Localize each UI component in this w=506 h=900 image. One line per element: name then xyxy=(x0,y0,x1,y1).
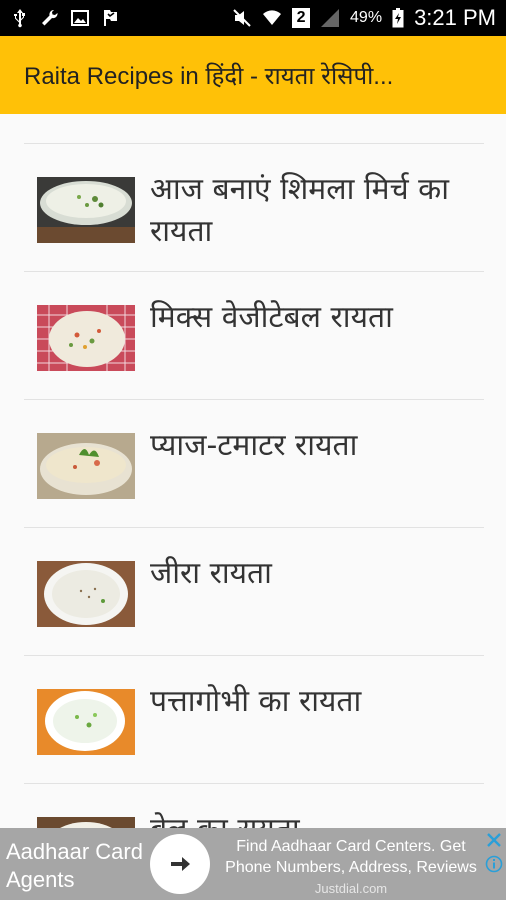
recipe-list[interactable]: आज बनाएं शिमला मिर्च का रायता मिक्स वेजी… xyxy=(24,143,484,829)
signal-icon xyxy=(320,8,340,28)
sim-slot-number: 2 xyxy=(296,9,306,26)
ad-banner[interactable]: Aadhaar Card Agents Find Aadhaar Card Ce… xyxy=(0,828,506,900)
list-item[interactable]: पत्तागोभी का रायता xyxy=(24,656,484,784)
app-bar: Raita Recipes in हिंदी - रायता रेसिपी... xyxy=(0,36,506,114)
status-bar: 2 49% 3:21 PM xyxy=(0,0,506,36)
recipe-title: जीरा रायता xyxy=(150,556,272,591)
flag-icon xyxy=(100,8,120,28)
arrow-right-icon xyxy=(171,857,190,871)
ad-close-button[interactable] xyxy=(484,830,504,850)
battery-icon xyxy=(392,8,404,28)
list-item[interactable]: प्याज-टमाटर रायता xyxy=(24,400,484,528)
ad-source: Justdial.com xyxy=(314,881,388,896)
wifi-icon xyxy=(262,8,282,28)
usb-icon xyxy=(10,8,30,28)
ad-description[interactable]: Find Aadhaar Card Centers. Get Phone Num… xyxy=(220,836,482,899)
image-icon xyxy=(70,8,90,28)
status-bar-notifications xyxy=(10,8,120,28)
app-title: Raita Recipes in हिंदी - रायता रेसिपी... xyxy=(24,62,394,90)
recipe-thumbnail xyxy=(37,561,135,627)
battery-percent: 49% xyxy=(350,9,383,26)
ad-open-button[interactable] xyxy=(150,834,210,894)
recipe-thumbnail xyxy=(37,433,135,499)
list-item[interactable]: मिक्स वेजीटेबल रायता xyxy=(24,272,484,400)
close-icon xyxy=(487,833,501,847)
ad-body-text: Find Aadhaar Card Centers. Get Phone Num… xyxy=(225,838,477,876)
list-item[interactable]: जीरा रायता xyxy=(24,528,484,656)
ad-info-button[interactable] xyxy=(484,854,504,874)
status-bar-system: 2 49% 3:21 PM xyxy=(232,5,496,31)
recipe-thumbnail xyxy=(37,689,135,755)
recipe-title: बेल का रायता xyxy=(150,809,470,829)
list-item[interactable]: बेल का रायता xyxy=(24,784,484,829)
info-icon xyxy=(485,855,503,873)
clock: 3:21 PM xyxy=(414,5,496,30)
recipe-title: मिक्स वेजीटेबल रायता xyxy=(150,300,393,335)
recipe-title: आज बनाएं शिमला मिर्च का रायता xyxy=(150,172,449,249)
list-item[interactable]: आज बनाएं शिमला मिर्च का रायता xyxy=(24,144,484,272)
mute-icon xyxy=(232,8,252,28)
recipe-thumbnail xyxy=(37,177,135,243)
recipe-title: पत्तागोभी का रायता xyxy=(150,684,362,719)
recipe-title: प्याज-टमाटर रायता xyxy=(150,428,358,463)
ad-headline[interactable]: Aadhaar Card Agents xyxy=(6,838,146,894)
recipe-thumbnail xyxy=(37,305,135,371)
sim-slot-badge: 2 xyxy=(292,8,311,28)
wrench-icon xyxy=(40,8,60,28)
